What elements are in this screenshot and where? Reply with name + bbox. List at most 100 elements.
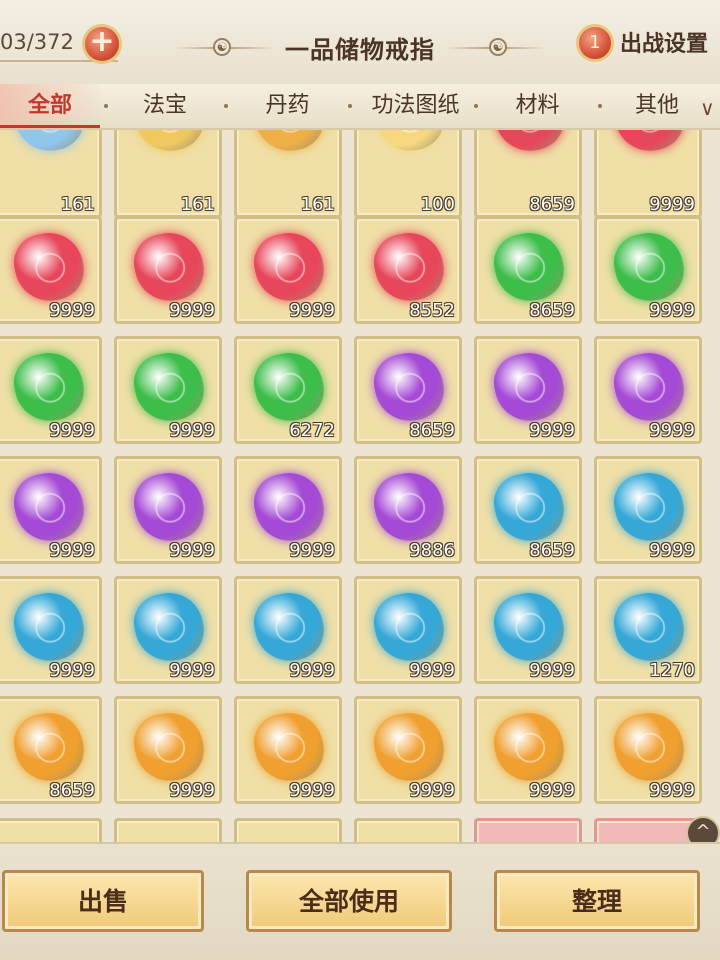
- inventory-slot[interactable]: 9999: [114, 696, 222, 804]
- orange-gem-icon: [128, 706, 210, 788]
- inventory-slot[interactable]: 9999: [594, 456, 702, 564]
- title-ornament-right: ☯: [445, 37, 545, 57]
- tab-materials[interactable]: 材料: [490, 84, 585, 128]
- inventory-slot[interactable]: 8659: [474, 456, 582, 564]
- page-title-wrap: ☯ 一品储物戒指 ☯: [160, 22, 560, 72]
- inventory-slot[interactable]: 161: [114, 130, 222, 218]
- item-count: 100: [420, 194, 455, 215]
- tab-other[interactable]: 其他: [612, 84, 702, 128]
- item-count: 9886: [409, 540, 455, 561]
- tab-separator: [348, 104, 352, 108]
- tab-all[interactable]: 全部: [0, 84, 100, 128]
- tab-pills[interactable]: 丹药: [240, 84, 335, 128]
- tab-techniques[interactable]: 功法图纸: [358, 84, 473, 128]
- purple-gem-icon: [8, 466, 90, 548]
- red-gem-icon: [488, 130, 570, 158]
- inventory-slot[interactable]: 8659: [0, 696, 102, 804]
- item-count: 9999: [49, 300, 95, 321]
- item-count: 9999: [649, 300, 695, 321]
- item-count: 1270: [649, 660, 695, 681]
- inventory-slot[interactable]: 9999: [594, 130, 702, 218]
- inventory-slot[interactable]: [354, 818, 462, 842]
- inventory-slot[interactable]: 9999: [594, 216, 702, 324]
- inventory-slot[interactable]: 9999: [114, 456, 222, 564]
- cyan-gem-icon: [488, 466, 570, 548]
- inventory-slot[interactable]: 9999: [114, 216, 222, 324]
- purple-gem-icon: [128, 466, 210, 548]
- item-count: 8659: [529, 540, 575, 561]
- tab-separator: [598, 104, 602, 108]
- inventory-slot[interactable]: 8659: [474, 130, 582, 218]
- orange-gem-icon: [608, 706, 690, 788]
- inventory-slot[interactable]: 9999: [0, 456, 102, 564]
- inventory-slot[interactable]: 6272: [234, 336, 342, 444]
- yin-yang-icon: ☯: [213, 38, 231, 56]
- inventory-slot[interactable]: 9999: [474, 576, 582, 684]
- inventory-slot[interactable]: 9999: [354, 576, 462, 684]
- inventory-slot[interactable]: [0, 818, 102, 842]
- inventory-slot[interactable]: [234, 818, 342, 842]
- inventory-slot[interactable]: 9999: [474, 696, 582, 804]
- battle-count-badge[interactable]: 1: [576, 24, 614, 62]
- item-count: 9999: [649, 420, 695, 441]
- inventory-slot[interactable]: 9999: [114, 576, 222, 684]
- inventory-slot[interactable]: 161: [0, 130, 102, 218]
- inventory-slot[interactable]: 161: [234, 130, 342, 218]
- inventory-slot[interactable]: [114, 818, 222, 842]
- tab-separator: [224, 104, 228, 108]
- inventory-slot[interactable]: 8659: [354, 336, 462, 444]
- inventory-slot[interactable]: 8552: [354, 216, 462, 324]
- inventory-slot[interactable]: 9999: [594, 336, 702, 444]
- inventory-slot[interactable]: 9999: [354, 696, 462, 804]
- tab-separator: [104, 104, 108, 108]
- item-count: 9999: [289, 780, 335, 801]
- inventory-slot[interactable]: 8659: [474, 216, 582, 324]
- item-count: 8659: [529, 194, 575, 215]
- item-count: 9999: [169, 300, 215, 321]
- item-count: 9999: [409, 780, 455, 801]
- inventory-slot[interactable]: 9999: [474, 336, 582, 444]
- inventory-slot[interactable]: [474, 818, 582, 842]
- red-gem-icon: [608, 130, 690, 158]
- expand-capacity-button[interactable]: +: [82, 24, 122, 64]
- purple-gem-icon: [368, 346, 450, 428]
- inventory-slot[interactable]: 9999: [234, 696, 342, 804]
- inventory-slot[interactable]: 9999: [0, 216, 102, 324]
- title-ornament-left: ☯: [175, 37, 275, 57]
- inventory-slot[interactable]: 1270: [594, 576, 702, 684]
- item-count: 9999: [409, 660, 455, 681]
- red-gem-icon: [128, 226, 210, 308]
- item-count: 9999: [529, 660, 575, 681]
- inventory-slot[interactable]: 100: [354, 130, 462, 218]
- item-count: 6272: [289, 420, 335, 441]
- battle-settings-button[interactable]: 出战设置: [620, 26, 708, 58]
- item-count: 9999: [529, 420, 575, 441]
- green-gem-icon: [248, 346, 330, 428]
- inventory-slot[interactable]: 9999: [234, 216, 342, 324]
- inventory-slot[interactable]: 9999: [234, 456, 342, 564]
- item-count: 9999: [289, 540, 335, 561]
- chevron-down-icon[interactable]: ∨: [700, 96, 715, 120]
- inventory-slot[interactable]: 9999: [114, 336, 222, 444]
- golden-feather-icon: [128, 130, 210, 158]
- inventory-slot[interactable]: 9999: [0, 336, 102, 444]
- inventory-slot[interactable]: 9999: [234, 576, 342, 684]
- tab-treasure[interactable]: 法宝: [120, 84, 210, 128]
- inventory-slot[interactable]: 9999: [0, 576, 102, 684]
- amber-crystal-icon: [368, 130, 450, 158]
- inventory-slot[interactable]: 9886: [354, 456, 462, 564]
- item-count: 9999: [49, 540, 95, 561]
- yin-yang-icon: ☯: [489, 38, 507, 56]
- use-all-button[interactable]: 全部使用: [246, 870, 452, 932]
- item-count: 9999: [49, 660, 95, 681]
- green-gem-icon: [128, 346, 210, 428]
- green-gem-icon: [488, 226, 570, 308]
- cyan-gem-icon: [8, 586, 90, 668]
- sell-button[interactable]: 出售: [2, 870, 204, 932]
- inventory-slot[interactable]: 9999: [594, 696, 702, 804]
- sort-button[interactable]: 整理: [494, 870, 700, 932]
- item-count: 9999: [529, 780, 575, 801]
- page-title: 一品储物戒指: [285, 35, 435, 64]
- item-count: 9999: [289, 300, 335, 321]
- item-count: 8552: [409, 300, 455, 321]
